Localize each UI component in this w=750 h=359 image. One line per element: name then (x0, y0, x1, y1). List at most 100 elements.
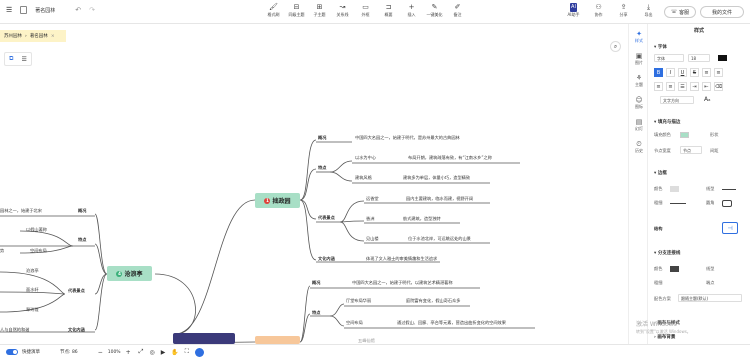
cl-scene-1[interactable]: 沧浪亭 (26, 268, 39, 274)
font-size-select[interactable]: 18 (688, 54, 710, 62)
tool-relation-button[interactable]: ↝ 关系线 (331, 3, 354, 21)
zoom-level[interactable]: 100% (108, 350, 121, 355)
outdent-button[interactable]: ⇤ (702, 82, 711, 91)
rail-slides[interactable]: ▤ 幻灯 (629, 118, 649, 132)
my-files-button[interactable]: 我的文件 (700, 6, 744, 18)
zz-scene-2-key[interactable]: 香洲 (366, 216, 374, 222)
cl-overview[interactable]: 园林之一，始建于北宋 (0, 208, 42, 214)
rtool-export-button[interactable]: ⤓ 导出 (636, 3, 661, 21)
ws-overview[interactable]: 中国四大名园之一，始建于明代，以建筑艺术精湛著称 (352, 280, 453, 286)
cl-overview-label[interactable]: 概况 (78, 208, 86, 214)
clear-format-button[interactable]: ⌫ (714, 82, 723, 91)
zz-scene-3-value[interactable]: 位于水池北岸，可远眺远处的山景 (408, 236, 471, 242)
radius-select[interactable] (722, 200, 732, 207)
topic-zhuozheng[interactable]: 1 拙政园 (255, 193, 300, 208)
menu-icon[interactable]: ☰ (6, 6, 12, 14)
zz-overview[interactable]: 中国四大名园之一，始建于明代，是苏州最大的古典园林 (355, 135, 460, 141)
cl-scene-3[interactable]: 翠玲珑 (26, 307, 39, 313)
ws-feature-2-key[interactable]: 空间布局 (346, 320, 363, 326)
tool-boundary-button[interactable]: ▭ 外框 (354, 3, 377, 21)
cl-feature-2-left[interactable]: 势 (0, 248, 4, 254)
cl-culture[interactable]: 人与自然的和谐 (0, 327, 29, 333)
italic-button[interactable]: I (666, 68, 675, 77)
node-width-select[interactable]: 节点 (680, 146, 702, 154)
cl-culture-label[interactable]: 文化内涵 (68, 327, 85, 333)
zz-scene-1-key[interactable]: 远香堂 (366, 196, 379, 202)
scheme-select[interactable]: 跟随主题(默认) (678, 294, 742, 302)
rail-image[interactable]: ▣ 图片 (629, 52, 649, 66)
line-style-select[interactable] (722, 189, 736, 190)
rtool-collab-button[interactable]: ⚇ 协作 (586, 3, 611, 21)
hand-icon[interactable]: ✋ (171, 349, 178, 356)
topic-wangshi[interactable] (255, 336, 300, 344)
font-color-swatch[interactable] (718, 55, 727, 61)
justify-button[interactable]: ≡ (666, 82, 675, 91)
tool-beautify-button[interactable]: ✎ 一键美化 (423, 3, 446, 21)
topic-canglang[interactable]: 4 沧浪亭 (107, 266, 152, 281)
bl-color-swatch[interactable] (670, 266, 679, 272)
ws-overview-label[interactable]: 概况 (312, 280, 320, 286)
width-select[interactable] (670, 203, 686, 204)
tool-format-brush-button[interactable]: 🖌 格式刷 (262, 3, 285, 21)
strike-button[interactable]: S (690, 68, 699, 77)
zoom-in-icon[interactable]: + (126, 349, 131, 356)
zz-feature-label[interactable]: 特点 (318, 165, 326, 171)
zz-feature-2-key[interactable]: 建筑风格 (355, 175, 372, 181)
ws-feature-label[interactable]: 特点 (312, 310, 320, 316)
support-button[interactable]: ☏ 客服 (664, 6, 696, 18)
locate-icon[interactable]: ◎ (149, 349, 154, 356)
undo-icon[interactable]: ↶ (75, 6, 81, 14)
underline-button[interactable]: U (678, 68, 687, 77)
rtool-ai-button[interactable]: AI AI助手 (561, 3, 586, 21)
ws-feature-1-key[interactable]: 厅堂布局华丽 (346, 298, 371, 304)
zz-feature-1-value[interactable]: 布局开朗，建筑疏落有致，有“江南水乡”之称 (408, 155, 492, 161)
ws-feature-2-value[interactable]: 通过假山、回廊、亭台等元素，营造出曲折变化的空间效果 (397, 320, 506, 326)
zoom-out-icon[interactable]: − (98, 349, 103, 356)
central-topic[interactable] (173, 333, 235, 344)
tool-sub-topic-button[interactable]: ⊞ 子主题 (308, 3, 331, 21)
fill-swatch[interactable] (680, 132, 689, 138)
structure-layout-icon[interactable]: ⊣ (722, 222, 738, 234)
zz-overview-label[interactable]: 概况 (318, 135, 326, 141)
assistant-icon[interactable] (195, 347, 204, 357)
border-color-swatch[interactable] (670, 186, 679, 192)
doc-title[interactable]: 著名园林 (35, 7, 55, 14)
tool-same-level-topic-button[interactable]: ⊟ 同级主题 (285, 3, 308, 21)
rail-history[interactable]: ⏲ 历史 (629, 140, 649, 154)
zz-feature-1-key[interactable]: 以水为中心 (355, 155, 376, 161)
zz-scene-2-value[interactable]: 舫式建筑，造型独特 (403, 216, 441, 222)
rtool-share-button[interactable]: ⇪ 分享 (611, 3, 636, 21)
align-center-button[interactable]: ≡ (714, 68, 723, 77)
cl-feature-1[interactable]: 以假山著称 (26, 227, 47, 233)
zz-culture-label[interactable]: 文化内涵 (318, 256, 335, 262)
zz-culture[interactable]: 体现了文人雅士的审美情趣和生活追求 (366, 256, 437, 262)
cl-feature-2[interactable]: 空间布局 (30, 248, 47, 254)
redo-icon[interactable]: ↷ (89, 6, 95, 14)
snap-toggle[interactable] (6, 349, 18, 355)
text-direction-select[interactable]: 文字方向 (660, 96, 694, 104)
fullscreen-icon[interactable]: ⛶ (185, 348, 189, 356)
play-icon[interactable]: ▶ (161, 349, 166, 356)
font-family-select[interactable]: 字体 (654, 54, 684, 62)
zz-scene-1-value[interactable]: 园内主要建筑，临水而建，视野开阔 (406, 196, 473, 202)
text-size-icon[interactable]: Aₐ (704, 96, 710, 103)
rail-style[interactable]: ✦ 样式 (629, 30, 649, 44)
bold-button[interactable]: B (654, 68, 663, 77)
cl-scene-label[interactable]: 代表景点 (68, 288, 85, 294)
tool-insert-button[interactable]: + 插入 (400, 3, 423, 21)
cl-scene-2[interactable]: 面水轩 (26, 287, 39, 293)
cl-feature-label[interactable]: 特点 (78, 237, 86, 243)
fit-icon[interactable]: ⤢ (139, 348, 144, 356)
tool-summary-button[interactable]: ⊐ 概要 (377, 3, 400, 21)
align-left-button[interactable]: ≡ (702, 68, 711, 77)
list-button[interactable]: ☰ (678, 82, 687, 91)
zz-scene-label[interactable]: 代表景点 (318, 215, 335, 221)
rail-mark[interactable]: ☺ 图标 (629, 96, 649, 110)
align-right-button[interactable]: ≡ (654, 82, 663, 91)
ws-feature-1-value[interactable]: 庭院富有变化，假山奇石众多 (406, 298, 460, 304)
rail-theme[interactable]: ⚘ 主题 (629, 74, 649, 88)
zz-scene-3-key[interactable]: 见山楼 (366, 236, 379, 242)
zz-feature-2-value[interactable]: 建筑多为单层，体量小巧，造型精致 (403, 175, 470, 181)
indent-button[interactable]: ⇥ (690, 82, 699, 91)
tool-note-button[interactable]: ✐ 备注 (446, 3, 469, 21)
